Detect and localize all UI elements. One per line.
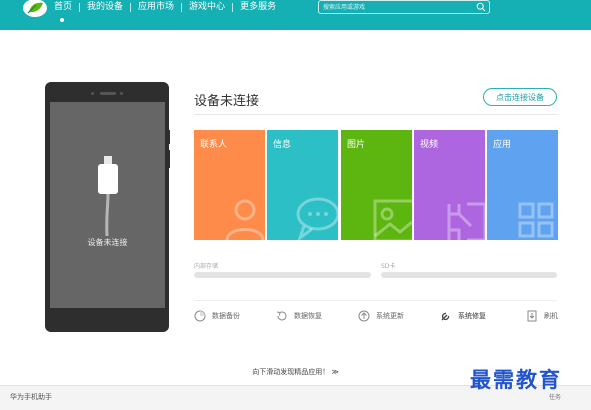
backup-icon	[194, 310, 206, 322]
logo-icon	[23, 0, 47, 17]
flash-icon	[527, 310, 537, 322]
main-nav: 首页 我的设备 应用市场 游戏中心 更多服务	[54, 0, 283, 14]
video-icon	[447, 202, 485, 240]
nav-item-more-services[interactable]: 更多服务	[240, 0, 283, 14]
tile-messages[interactable]: 信息	[267, 130, 338, 240]
page-title: 设备未连接	[194, 94, 260, 109]
connect-device-button[interactable]: 点击连接设备	[483, 88, 557, 106]
watermark: 最需教育	[470, 367, 562, 392]
apps-icon	[518, 202, 554, 238]
sd-card-bar	[381, 272, 557, 278]
tile-label: 视频	[420, 140, 439, 150]
internal-storage-bar	[194, 272, 371, 278]
system-update-button[interactable]: 系统更新	[358, 308, 404, 324]
phone-screen: 设备未连接	[50, 102, 165, 308]
internal-storage-label: 内部存储	[194, 263, 219, 270]
nav-item-app-market[interactable]: 应用市场	[138, 0, 181, 14]
tool-label: 数据恢复	[294, 312, 322, 320]
top-bar: 首页 我的设备 应用市场 游戏中心 更多服务	[0, 0, 591, 30]
phone-camera	[91, 92, 94, 95]
restore-icon	[276, 311, 287, 321]
tool-label: 数据备份	[212, 312, 240, 320]
phone-side-button	[167, 150, 170, 168]
tile-label: 联系人	[200, 140, 228, 150]
search-icon[interactable]	[476, 2, 486, 12]
active-nav-indicator	[60, 18, 64, 22]
picture-icon	[373, 199, 412, 240]
tool-label: 系统更新	[376, 312, 404, 320]
nav-item-home[interactable]: 首页	[54, 0, 79, 14]
phone-status-text: 设备未连接	[87, 238, 128, 247]
data-backup-button[interactable]: 数据备份	[194, 308, 240, 324]
phone-illustration: 设备未连接	[45, 82, 169, 332]
nav-divider	[79, 2, 81, 12]
data-restore-button[interactable]: 数据恢复	[276, 308, 322, 324]
phone-sensor	[120, 92, 123, 95]
phone-speaker	[100, 92, 116, 95]
nav-item-my-device[interactable]: 我的设备	[87, 0, 130, 14]
update-icon	[358, 310, 370, 322]
app-name: 华为手机助手	[10, 393, 52, 401]
tile-videos[interactable]: 视频	[414, 130, 485, 240]
tile-contacts[interactable]: 联系人	[194, 130, 265, 240]
search-box	[318, 0, 490, 14]
phone-side-button	[167, 130, 170, 144]
tool-label: 刷机	[544, 312, 558, 320]
nav-divider	[181, 2, 183, 12]
nav-item-game-center[interactable]: 游戏中心	[189, 0, 232, 14]
tile-apps[interactable]: 应用	[487, 130, 558, 240]
search-input[interactable]	[323, 1, 471, 13]
tile-pictures[interactable]: 图片	[341, 130, 412, 240]
tile-label: 信息	[273, 140, 292, 150]
tool-label: 系统修复	[458, 312, 486, 320]
system-repair-button[interactable]: 系统修复	[440, 308, 486, 324]
contact-icon	[225, 199, 265, 240]
tile-label: 图片	[347, 140, 366, 150]
flash-rom-button[interactable]: 刷机	[526, 308, 558, 324]
usb-cable-icon	[98, 156, 118, 236]
title-divider	[194, 114, 557, 115]
wrench-icon	[441, 312, 450, 321]
message-icon	[296, 197, 338, 240]
sd-card-label: SD卡	[381, 263, 396, 270]
tile-label: 应用	[493, 140, 512, 150]
tools-divider	[194, 300, 557, 301]
nav-divider	[130, 2, 132, 12]
nav-divider	[232, 2, 234, 12]
